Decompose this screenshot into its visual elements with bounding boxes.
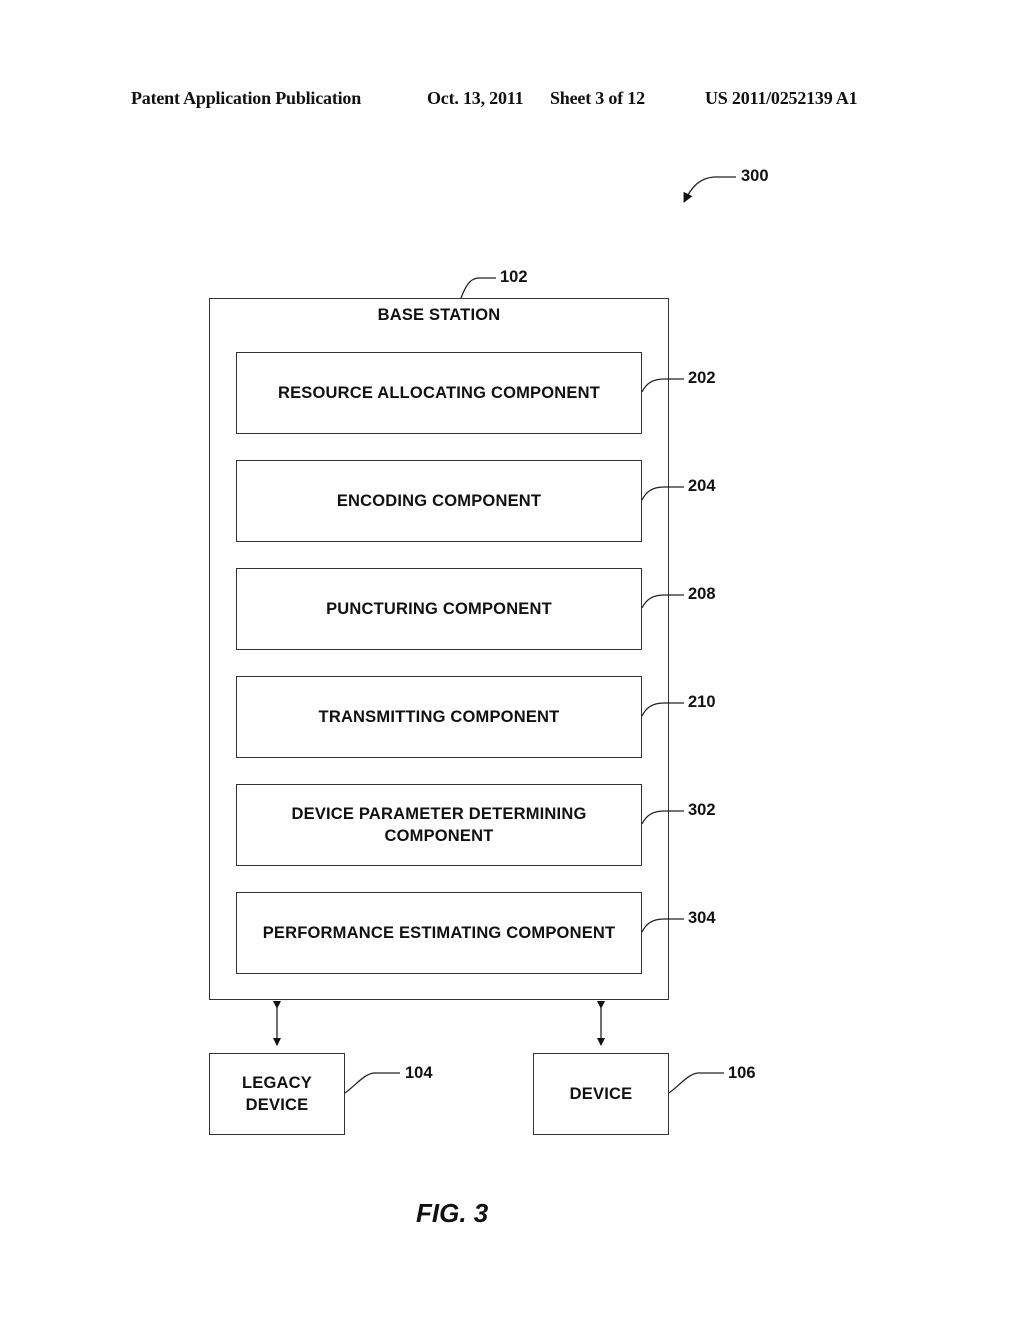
device-box: DEVICE	[533, 1053, 669, 1135]
legacy-device-reference-number: 104	[405, 1064, 433, 1082]
component-reference-number: 210	[688, 693, 716, 711]
device-label: LEGACY DEVICE	[242, 1074, 312, 1114]
component-reference-number: 304	[688, 909, 716, 927]
component-label: ENCODING COMPONENT	[336, 492, 542, 510]
device-label: DEVICE	[569, 1085, 633, 1103]
patent-number: US 2011/0252139 A1	[705, 88, 858, 108]
component-reference-number: 302	[688, 801, 716, 819]
leader-line-106	[668, 1072, 724, 1094]
device-parameter-determining-component-box: DEVICE PARAMETER DETERMINING COMPONENT	[236, 784, 642, 866]
component-reference-number: 202	[688, 369, 716, 387]
leader-line-104	[344, 1072, 400, 1094]
sheet-number: Sheet 3 of 12	[550, 88, 645, 108]
figure-label: FIG. 3	[416, 1198, 489, 1228]
component-reference-number: 208	[688, 585, 716, 603]
puncturing-component-box: PUNCTURING COMPONENT	[236, 568, 642, 650]
base-station-reference-number: 102	[500, 268, 528, 286]
resource-allocating-component-box: RESOURCE ALLOCATING COMPONENT	[236, 352, 642, 434]
publication-type: Patent Application Publication	[131, 88, 362, 108]
component-label: RESOURCE ALLOCATING COMPONENT	[277, 384, 601, 402]
encoding-component-box: ENCODING COMPONENT	[236, 460, 642, 542]
legacy-device-box: LEGACY DEVICE	[209, 1053, 345, 1135]
component-label: PERFORMANCE ESTIMATING COMPONENT	[262, 924, 616, 942]
performance-estimating-component-box: PERFORMANCE ESTIMATING COMPONENT	[236, 892, 642, 974]
figure-leader-arrow	[683, 176, 736, 203]
base-station-leader-line	[460, 277, 496, 299]
publication-date: Oct. 13, 2011	[427, 88, 524, 108]
figure-reference-number: 300	[741, 167, 769, 185]
component-label: TRANSMITTING COMPONENT	[318, 708, 560, 726]
transmitting-component-box: TRANSMITTING COMPONENT	[236, 676, 642, 758]
component-label: PUNCTURING COMPONENT	[326, 600, 552, 618]
component-reference-number: 204	[688, 477, 716, 495]
device-reference-number: 106	[728, 1064, 756, 1082]
base-station-title: BASE STATION	[377, 306, 501, 324]
component-label: DEVICE PARAMETER DETERMINING COMPONENT	[291, 805, 587, 845]
